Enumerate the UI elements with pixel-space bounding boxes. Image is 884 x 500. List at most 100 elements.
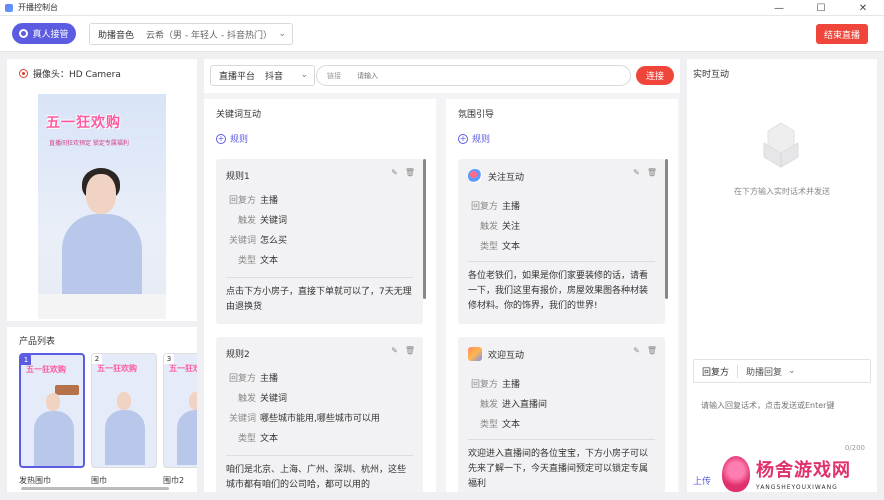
connect-button[interactable]: 连接 [636,66,674,85]
link-field[interactable]: 链接 [316,65,631,86]
host-takeover-button[interactable]: 真人接管 [12,23,76,44]
rule-field: 回复方 主播 [468,377,520,390]
watermark-logo-icon [722,456,750,492]
product-card[interactable]: 2 五一狂欢购 [91,353,157,468]
field-key: 触发 [237,216,256,226]
rule-reply-text: 欢迎进入直播间的各位宝宝，下方小房子可以先来了解一下，今天直播间预定可以锁定专属… [468,449,649,489]
field-value: 主播 [502,380,521,390]
product-thumb-head [117,392,131,410]
product-thumb-item [55,385,79,395]
rule-field: 类型 文本 [468,239,520,252]
close-button[interactable]: ✕ [842,0,884,16]
field-key: 关键词 [228,236,256,246]
chevron-down-icon: ⌄ [788,366,796,376]
rule-field: 触发 关键词 [226,213,287,226]
link-input[interactable] [357,71,597,80]
add-rule-button[interactable]: + 规则 [458,132,490,145]
product-thumb-head [189,392,197,410]
product-thumb-banner: 五一狂欢 [169,364,197,373]
product-card[interactable]: 3 五一狂欢 [163,353,197,468]
product-list-scrollbar[interactable] [21,487,169,490]
edit-icon[interactable]: ✎ [391,168,398,177]
column-scrollbar[interactable] [423,159,426,299]
rule-card[interactable]: 规则2 ✎ 🗑 回复方 主播 触发 关键词 关键词 哪些城市能用,哪些城市可以用… [216,337,423,492]
field-value: 文本 [260,256,279,266]
rule-card[interactable]: 关注互动 ✎ 🗑 回复方 主播 触发 关注 类型 文本 各位老铁们，如果是你们家… [458,159,665,324]
field-value: 主播 [260,196,279,206]
field-key: 关键词 [228,414,256,424]
product-thumb-banner: 五一狂欢购 [26,365,66,374]
add-rule-label: 规则 [230,135,249,145]
field-value: 关键词 [260,394,288,404]
upload-link[interactable]: 上传 [693,474,711,487]
rule-card[interactable]: 欢迎互动 ✎ 🗑 回复方 主播 触发 进入直播间 类型 文本 欢迎进入直播间的各… [458,337,665,492]
product-label: 发热围巾 [19,476,51,485]
user-icon [19,29,29,38]
plus-icon: + [458,133,468,144]
window-titlebar: 开播控制台 — ☐ ✕ [0,0,884,16]
rule-reply-text: 咱们是北京、上海、广州、深圳、杭州，这些城市都有咱们的公司哈，都可以用的 [226,465,407,490]
rule-field: 回复方 主播 [226,193,278,206]
platform-select[interactable]: 直播平台 抖音 ⌄ [210,65,315,86]
field-value: 文本 [260,434,279,444]
product-thumb-banner: 五一狂欢购 [97,364,137,373]
preview-banner: 五一狂欢购 [46,115,121,131]
rule-header: 规则1 [226,169,250,182]
field-value: 关注 [502,222,521,232]
empty-state-text: 在下方输入实时话术并发送 [734,187,830,196]
rule-field: 回复方 主播 [226,371,278,384]
rule-name: 欢迎互动 [488,350,525,361]
field-key: 类型 [237,434,256,444]
column-scrollbar[interactable] [665,159,668,299]
edit-icon[interactable]: ✎ [633,346,640,355]
rule-field: 关键词 怎么买 [226,233,287,246]
top-toolbar: 真人接管 助播音色 云希（男 - 年轻人 - 抖音热门） ⌄ 结束直播 [0,16,884,52]
delete-icon[interactable]: 🗑 [647,346,657,355]
rule-field: 触发 关注 [468,219,520,232]
welcome-icon [468,347,482,361]
product-card[interactable]: 1 五一狂欢购 [19,353,85,468]
presenter-body [62,214,142,294]
end-live-button[interactable]: 结束直播 [816,24,868,44]
rule-tools: ✎ 🗑 [391,346,415,355]
field-key: 触发 [479,222,498,232]
divider [468,439,655,440]
rules-panel: 直播平台 抖音 ⌄ 链接 连接 关键词互动 + 规则 规则1 ✎ 🗑 回复方 [204,59,680,492]
divider [468,261,655,262]
field-value: 进入直播间 [502,400,548,410]
reply-side-label: 回复方 [702,364,739,378]
add-rule-button[interactable]: + 规则 [216,132,248,145]
camera-preview: 五一狂欢购 直播间狂欢预定 锁定专属福利 [38,94,166,319]
minimize-button[interactable]: — [758,0,800,16]
rule-name: 规则1 [226,172,250,182]
field-key: 回复方 [228,196,256,206]
product-label: 围巾2 [163,476,185,485]
delete-icon[interactable]: 🗑 [405,168,415,177]
edit-icon[interactable]: ✎ [391,346,398,355]
rule-name: 规则2 [226,350,250,360]
realtime-interaction-panel: 实时互动 在下方输入实时话术并发送 回复方 助播回复 ⌄ 0/200 上传 [687,59,877,492]
divider [226,455,413,456]
reply-side-select[interactable]: 回复方 助播回复 ⌄ [693,359,871,383]
field-key: 回复方 [470,202,498,212]
voice-select[interactable]: 助播音色 云希（男 - 年轻人 - 抖音热门） ⌄ [89,23,293,45]
delete-icon[interactable]: 🗑 [647,168,657,177]
rule-header: 规则2 [226,347,250,360]
message-input[interactable] [693,395,871,441]
rule-field: 类型 文本 [468,417,520,430]
product-thumb-head [46,393,60,411]
edit-icon[interactable]: ✎ [633,168,640,177]
connection-bar: 直播平台 抖音 ⌄ 链接 连接 [204,59,680,93]
delete-icon[interactable]: 🗑 [405,346,415,355]
site-watermark: 杨舍游戏网 YANGSHEYOUXIWANG [722,452,882,498]
rule-header: 欢迎互动 [468,347,524,361]
camera-header: 摄像头：HD Camera [19,67,121,80]
rule-card[interactable]: 规则1 ✎ 🗑 回复方 主播 触发 关键词 关键词 怎么买 类型 文本 点击下方… [216,159,423,324]
watermark-subtext: YANGSHEYOUXIWANG [756,484,838,491]
product-thumb-presenter [105,410,145,465]
product-thumb-presenter [34,411,74,466]
field-value: 关键词 [260,216,288,226]
product-thumb-presenter [177,410,197,465]
rule-tools: ✎ 🗑 [633,168,657,177]
maximize-button[interactable]: ☐ [800,0,842,16]
